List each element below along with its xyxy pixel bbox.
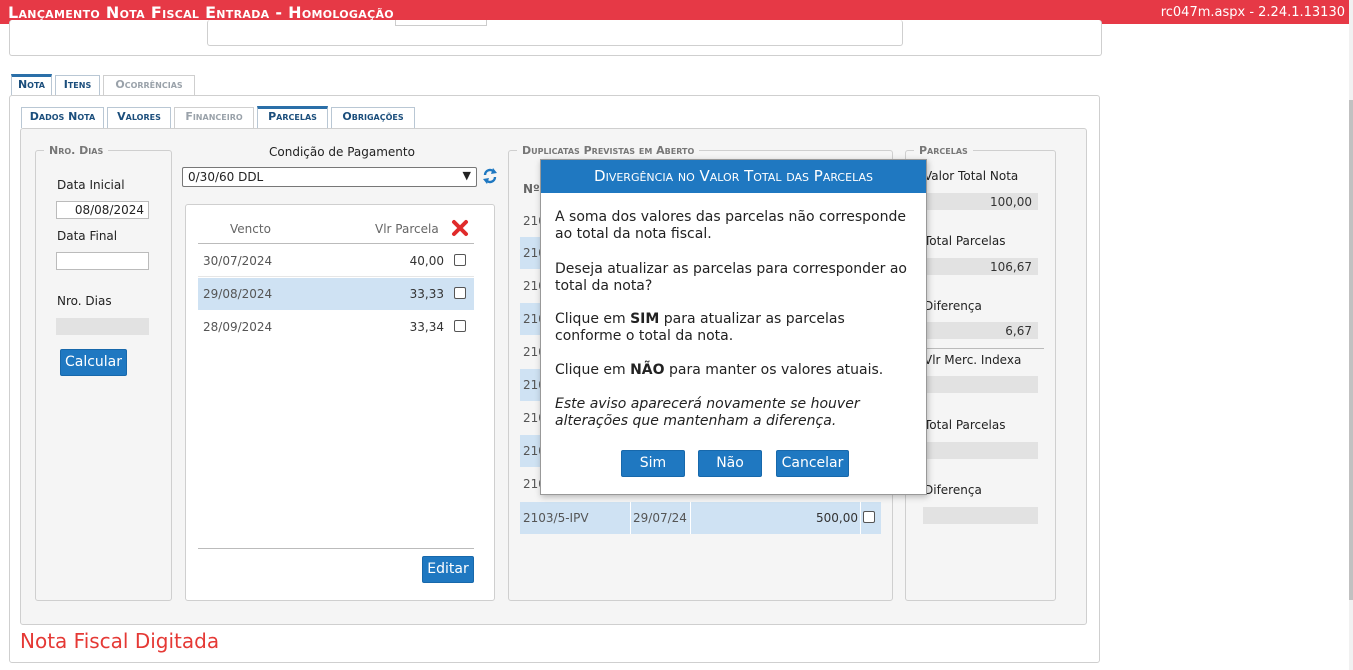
dup-checkbox[interactable] [863,511,875,523]
nro-dias-label: Nro. Dias [57,294,112,308]
diferenca-label: Diferença [924,299,982,313]
diferenca2-label: Diferença [924,483,982,497]
dup-row[interactable]: 210 [520,369,546,401]
summary-divider [918,348,1044,349]
dialog-sim-emphasis: SIM [630,311,660,327]
nro-dias-value [56,318,149,335]
total-parcelas2-label: Total Parcelas [924,418,1006,432]
scrollbar-thumb[interactable] [1349,100,1353,600]
tab-ocorrencias[interactable]: Ocorrências [103,75,195,95]
row-checkbox[interactable] [454,320,466,332]
total-parcelas2-value [923,442,1038,459]
top-inner-field [395,20,487,26]
duplicatas-rows: 210 210 210 210 210 210 210 210 210 [520,205,546,535]
row-vlr: 40,00 [409,254,444,268]
dup-row[interactable]: 210 [520,303,546,335]
dialog-paragraph-3: Clique em SIM para atualizar as parcelas… [555,311,915,345]
vlr-merc-indexa-label: Vlr Merc. Indexa [924,353,1022,367]
duplicatas-legend: Duplicatas Previstas em Aberto [522,144,695,157]
version-label: rc047m.aspx - 2.24.1.13130 [1160,5,1345,20]
total-parcelas-value: 106,67 [923,258,1038,275]
valor-total-nota-label: Valor Total Nota [924,169,1019,183]
dup-row[interactable]: 210 [520,270,546,302]
table-row[interactable]: 29/08/2024 33,33 [198,278,474,310]
dup-data: 29/07/24 [633,511,687,525]
dup-last-row[interactable]: 2103/5-IPV 29/07/24 500,00 [520,502,881,534]
col-divider [690,502,691,534]
condicao-selected-value: 0/30/60 DDL [188,170,264,184]
vencto-header: Vencto [230,222,271,236]
valor-total-nota-value: 100,00 [923,193,1038,210]
row-vencto: 29/08/2024 [203,287,273,301]
tab-valores[interactable]: Valores [107,107,171,128]
nao-button[interactable]: Não [698,450,762,477]
diferenca2-value [923,507,1038,524]
data-final-input[interactable] [56,252,149,270]
parcelas-summary-fieldset: Parcelas [905,144,1056,601]
vlr-merc-indexa-value [923,376,1038,393]
row-vlr: 33,33 [409,287,444,301]
dup-row[interactable]: 210 [520,435,546,467]
table-divider [198,548,474,549]
dup-row[interactable]: 210 [520,402,546,434]
tab-itens[interactable]: Itens [55,75,100,95]
data-inicial-label: Data Inicial [57,178,125,192]
duplicatas-col-header: Nº [523,182,540,196]
dup-doc: 2103/5-IPV [523,511,589,525]
dup-row[interactable]: 210 [520,237,546,269]
divergence-dialog: Divergência no Valor Total das Parcelas … [540,159,927,495]
calcular-button[interactable]: Calcular [60,349,127,376]
status-text: Nota Fiscal Digitada [20,629,220,653]
vlr-parcela-header: Vlr Parcela [375,222,439,236]
tab-parcelas[interactable]: Parcelas [257,106,328,128]
dialog-paragraph-1: A soma dos valores das parcelas não corr… [555,209,906,242]
cancelar-button[interactable]: Cancelar [776,450,849,477]
refresh-icon[interactable] [482,166,498,186]
dialog-nao-emphasis: NÃO [630,362,665,378]
chevron-down-icon: ▼ [462,169,471,182]
tab-obrigacoes[interactable]: Obrigações [331,107,415,128]
delete-x-icon[interactable] [451,219,469,241]
row-vencto: 28/09/2024 [203,320,273,334]
table-row[interactable]: 28/09/2024 33,34 [198,311,474,343]
tab-dados-nota[interactable]: Dados Nota [21,107,104,128]
table-header: Vencto Vlr Parcela [198,217,474,244]
dup-row[interactable]: 210 [520,468,546,500]
dialog-p3-pre: Clique em [555,311,631,327]
row-vlr: 33,34 [409,320,444,334]
parcelas-table: Vencto Vlr Parcela 30/07/2024 40,00 29/0… [198,217,474,343]
dup-row[interactable]: 210 [520,205,546,237]
total-parcelas-label: Total Parcelas [924,234,1006,248]
data-inicial-input[interactable]: 08/08/2024 [56,201,149,219]
row-checkbox[interactable] [454,287,466,299]
tab-nota[interactable]: Nota [11,74,52,95]
parcelas-summary-legend: Parcelas [919,144,968,157]
diferenca-value: 6,67 [923,322,1038,339]
dup-row[interactable]: 210 [520,336,546,368]
table-row[interactable]: 30/07/2024 40,00 [198,245,474,277]
col-divider [630,502,631,534]
col-divider [860,502,861,534]
dup-valor: 500,00 [816,511,858,525]
dialog-paragraph-2: Deseja atualizar as parcelas para corres… [555,261,907,294]
dialog-title: Divergência no Valor Total das Parcelas [541,160,926,193]
dialog-p4-pre: Clique em [555,362,631,378]
row-checkbox[interactable] [454,254,466,266]
sim-button[interactable]: Sim [621,450,685,477]
condicao-select[interactable]: 0/30/60 DDL ▼ [182,167,477,187]
nro-dias-legend: Nro. Dias [49,144,104,157]
dialog-paragraph-4: Clique em NÃO para manter os valores atu… [555,362,915,379]
tab-financeiro[interactable]: Financeiro [174,107,254,128]
top-inner-panel [207,20,903,46]
condicao-label: Condição de Pagamento [269,145,415,159]
editar-button[interactable]: Editar [422,556,474,583]
dialog-paragraph-5: Este aviso aparecerá novamente se houver… [555,396,860,429]
row-vencto: 30/07/2024 [203,254,273,268]
data-final-label: Data Final [57,229,118,243]
dialog-p4-post: para manter os valores atuais. [664,362,884,378]
